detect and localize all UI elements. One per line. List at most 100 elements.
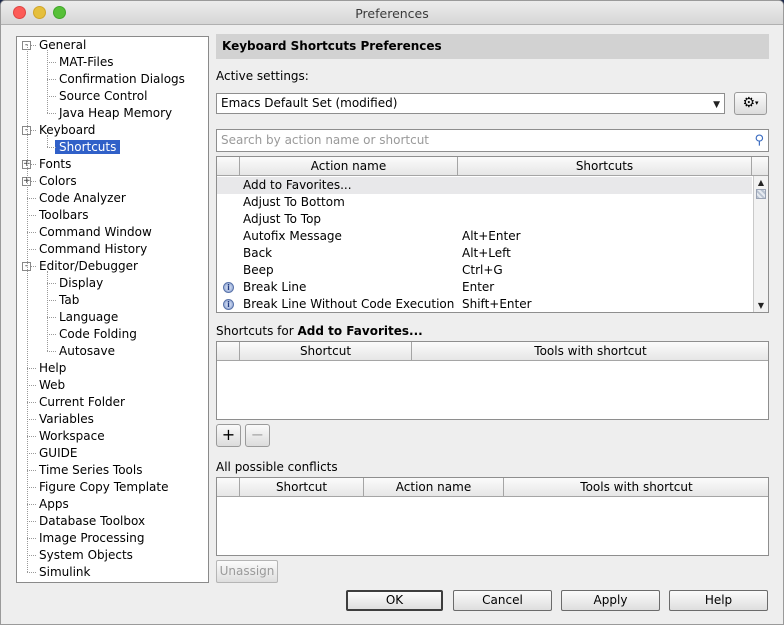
column-shortcut[interactable]: Shortcut [240, 342, 412, 361]
tree-item-system-objects[interactable]: System Objects [39, 547, 133, 564]
shortcut-cell[interactable]: Alt+Enter [462, 228, 521, 245]
tree-item-label: Apps [39, 497, 69, 511]
tree-item-current-folder[interactable]: Current Folder [39, 394, 125, 411]
tree-item-code-folding[interactable]: Code Folding [59, 326, 137, 343]
tree-item-language[interactable]: Language [59, 309, 118, 326]
actions-scrollbar[interactable]: ▲ ▼ [753, 176, 768, 312]
row-header-column [217, 342, 240, 361]
actions-table-header: Action name Shortcuts [217, 157, 768, 176]
tree-item-label: Figure Copy Template [39, 480, 169, 494]
tree-item-label: Image Processing [39, 531, 145, 545]
table-row[interactable]: Adjust To Top [217, 211, 752, 228]
tree-item-code-analyzer[interactable]: Code Analyzer [39, 190, 126, 207]
preferences-window: Preferences General - MAT-Files Confirmatio… [0, 0, 784, 625]
active-settings-dropdown[interactable]: Emacs Default Set (modified) ▼ [216, 93, 725, 114]
table-row[interactable]: Back Alt+Left [217, 245, 752, 262]
tree-item-colors[interactable]: Colors [39, 173, 77, 190]
tree-item-command-history[interactable]: Command History [39, 241, 147, 258]
tree-item-command-window[interactable]: Command Window [39, 224, 152, 241]
panel-header: Keyboard Shortcuts Preferences [216, 34, 769, 59]
tree-connector [27, 538, 36, 539]
tree-item-label: Display [59, 276, 104, 290]
tree-item-confirmation-dialogs[interactable]: Confirmation Dialogs [59, 71, 185, 88]
tree-item-source-control[interactable]: Source Control [59, 88, 147, 105]
scroll-down-icon[interactable]: ▼ [754, 299, 768, 312]
tree-item-autosave[interactable]: Autosave [59, 343, 115, 360]
tree-item-figure-copy-template[interactable]: Figure Copy Template [39, 479, 168, 496]
tree-item-java-heap-memory[interactable]: Java Heap Memory [59, 105, 172, 122]
unassign-button[interactable]: Unassign [216, 560, 278, 583]
column-tools-with-shortcut[interactable]: Tools with shortcut [412, 342, 768, 361]
action-name-cell: Break Line [243, 280, 307, 294]
tree-item-label: Help [39, 361, 67, 375]
tree-item-toolbars[interactable]: Toolbars [39, 207, 88, 224]
tree-item-label: Workspace [39, 429, 105, 443]
column-shortcut[interactable]: Shortcut [240, 478, 364, 497]
help-button[interactable]: Help [669, 590, 768, 611]
tree-item-label: Confirmation Dialogs [59, 72, 185, 86]
tree-item-display[interactable]: Display [59, 275, 103, 292]
tree-item-editor-debugger[interactable]: Editor/Debugger [39, 258, 138, 275]
tree-connector [27, 368, 36, 369]
cancel-button[interactable]: Cancel [453, 590, 552, 611]
gear-menu-button[interactable]: ⚙▾ [734, 92, 767, 115]
table-row[interactable]: Adjust To Bottom [217, 194, 752, 211]
tree-item-mat-files[interactable]: MAT-Files [59, 54, 114, 71]
table-row[interactable]: i Break Line Without Code Execution Shift+… [217, 296, 752, 312]
tree-item-guide[interactable]: GUIDE [39, 445, 77, 462]
tree-connector [27, 198, 36, 199]
tree-connector [47, 96, 56, 97]
preferences-tree: General - MAT-Files Confirmation Dialogs Sou… [16, 36, 209, 583]
search-icon[interactable]: ⚲ [754, 133, 764, 148]
ok-button[interactable]: OK [346, 590, 443, 611]
tree-item-database-toolbox[interactable]: Database Toolbox [39, 513, 145, 530]
column-action-name[interactable]: Action name [364, 478, 504, 497]
tree-item-label: Current Folder [39, 395, 125, 409]
column-action-name[interactable]: Action name [240, 157, 458, 176]
active-settings-label: Active settings: [216, 69, 309, 83]
tree-item-label: Toolbars [39, 208, 89, 222]
tree-connector [27, 470, 36, 471]
tree-item-tab[interactable]: Tab [59, 292, 79, 309]
apply-button[interactable]: Apply [561, 590, 660, 611]
tree-item-label: MAT-Files [59, 55, 114, 69]
tree-item-help[interactable]: Help [39, 360, 66, 377]
tree-item-time-series-tools[interactable]: Time Series Tools [39, 462, 142, 479]
search-box: ⚲ [216, 129, 769, 152]
tree-connector [27, 504, 36, 505]
tree-item-variables[interactable]: Variables [39, 411, 94, 428]
tree-item-web[interactable]: Web [39, 377, 65, 394]
table-row[interactable]: i Break Line Enter [217, 279, 752, 296]
tree-item-apps[interactable]: Apps [39, 496, 69, 513]
tree-item-simulink[interactable]: Simulink [39, 564, 90, 581]
shortcut-cell[interactable]: Enter [462, 279, 494, 296]
tree-connector [27, 521, 36, 522]
table-row[interactable]: Beep Ctrl+G [217, 262, 752, 279]
search-input[interactable] [221, 133, 741, 147]
tree-item-image-processing[interactable]: Image Processing [39, 530, 144, 547]
tree-item-shortcuts[interactable]: Shortcuts [55, 139, 121, 156]
add-shortcut-button[interactable]: + [216, 424, 241, 447]
shortcuts-for-action: Add to Favorites... [297, 324, 423, 338]
tree-connector [27, 555, 36, 556]
column-shortcuts[interactable]: Shortcuts [458, 157, 752, 176]
info-warning-icon: i [223, 282, 234, 293]
column-tools-with-shortcut[interactable]: Tools with shortcut [504, 478, 768, 497]
tree-connector [47, 300, 56, 301]
tree-connector [47, 62, 56, 63]
shortcuts-for-prefix: Shortcuts for [216, 324, 298, 338]
action-name-cell: Beep [243, 263, 274, 277]
shortcut-cell[interactable]: Alt+Left [462, 245, 511, 262]
tree-item-workspace[interactable]: Workspace [39, 428, 105, 445]
shortcut-cell[interactable]: Ctrl+G [462, 262, 503, 279]
scroll-up-icon[interactable]: ▲ [754, 176, 768, 189]
table-row[interactable]: Add to Favorites... [217, 177, 752, 194]
table-row[interactable]: Autofix Message Alt+Enter [217, 228, 752, 245]
tree-connector [27, 45, 28, 572]
scroll-thumb[interactable] [756, 189, 766, 199]
shortcuts-for-label: Shortcuts for Add to Favorites... [216, 324, 423, 338]
tree-connector [27, 487, 36, 488]
tree-item-fonts[interactable]: Fonts [39, 156, 71, 173]
shortcut-cell[interactable]: Shift+Enter [462, 296, 532, 312]
remove-shortcut-button[interactable]: − [245, 424, 270, 447]
